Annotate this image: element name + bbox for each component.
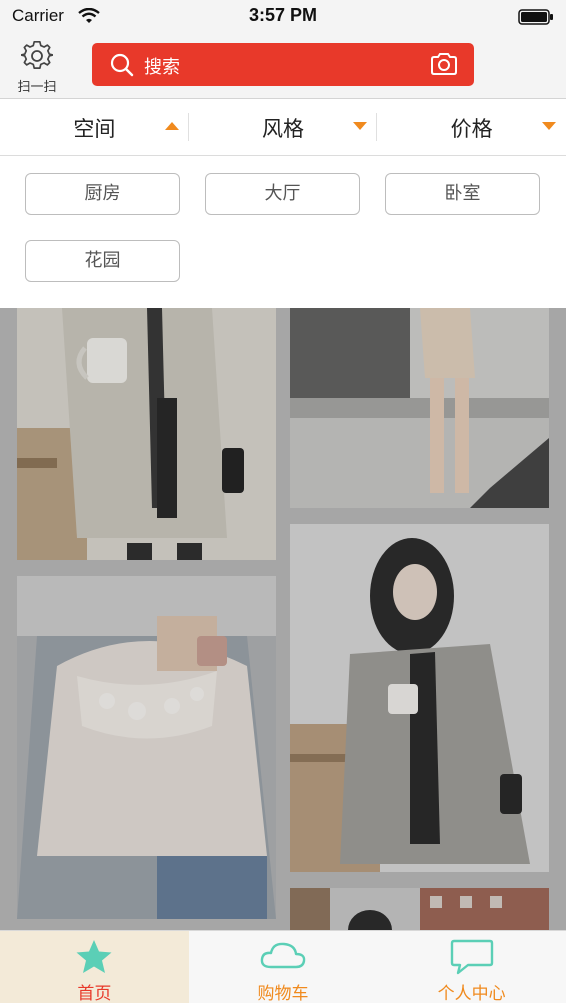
tab-home-label: 首页 xyxy=(77,984,112,1004)
search-bar[interactable]: 搜索 xyxy=(92,43,474,86)
option-garden[interactable]: 花园 xyxy=(25,240,180,282)
header: 扫一扫 搜索 xyxy=(0,34,566,99)
star-icon xyxy=(0,939,189,979)
filter-tab-price[interactable]: 价格 xyxy=(377,99,566,155)
scan-button[interactable]: 扫一扫 xyxy=(10,38,64,95)
search-icon xyxy=(110,53,134,81)
scan-label: 扫一扫 xyxy=(17,80,57,95)
arrow-up-icon xyxy=(164,122,179,130)
tab-cart[interactable]: 购物车 xyxy=(189,931,378,1004)
product-grid xyxy=(0,308,566,930)
cloud-icon xyxy=(189,939,378,977)
tab-home[interactable]: 首页 xyxy=(0,931,189,1004)
option-hall[interactable]: 大厅 xyxy=(205,173,360,215)
tab-profile-label: 个人中心 xyxy=(437,984,506,1004)
status-time: 3:57 PM xyxy=(248,5,318,25)
tab-bar: 首页 购物车 个人中心 xyxy=(0,930,566,1004)
camera-icon[interactable] xyxy=(430,52,458,80)
battery-icon xyxy=(518,9,554,29)
option-bedroom[interactable]: 卧室 xyxy=(385,173,540,215)
product-image-gray-coat[interactable] xyxy=(290,524,549,872)
tab-cart-label: 购物车 xyxy=(257,984,309,1004)
filter-tab-style[interactable]: 风格 xyxy=(189,99,378,155)
option-kitchen[interactable]: 厨房 xyxy=(25,173,180,215)
product-image-partial[interactable] xyxy=(290,888,549,930)
gear-icon xyxy=(20,40,54,76)
search-placeholder: 搜索 xyxy=(144,57,180,78)
product-image-lace-blouse[interactable] xyxy=(17,576,276,919)
filter-tab-label: 空间 xyxy=(73,117,116,141)
product-image-cardigan[interactable] xyxy=(17,308,276,560)
status-bar: Carrier 3:57 PM xyxy=(0,0,566,34)
filter-tab-space[interactable]: 空间 xyxy=(0,99,189,155)
chat-bubble-icon xyxy=(377,939,566,979)
filter-options-panel: 厨房 大厅 卧室 花园 xyxy=(0,156,566,308)
filter-tab-label: 风格 xyxy=(262,117,304,141)
tab-profile[interactable]: 个人中心 xyxy=(377,931,566,1004)
arrow-down-icon xyxy=(353,122,368,130)
filter-tabs: 空间 风格 价格 xyxy=(0,99,566,156)
filter-tab-label: 价格 xyxy=(450,117,493,141)
product-image-lace-dress[interactable] xyxy=(290,308,549,508)
arrow-down-icon xyxy=(542,122,557,130)
